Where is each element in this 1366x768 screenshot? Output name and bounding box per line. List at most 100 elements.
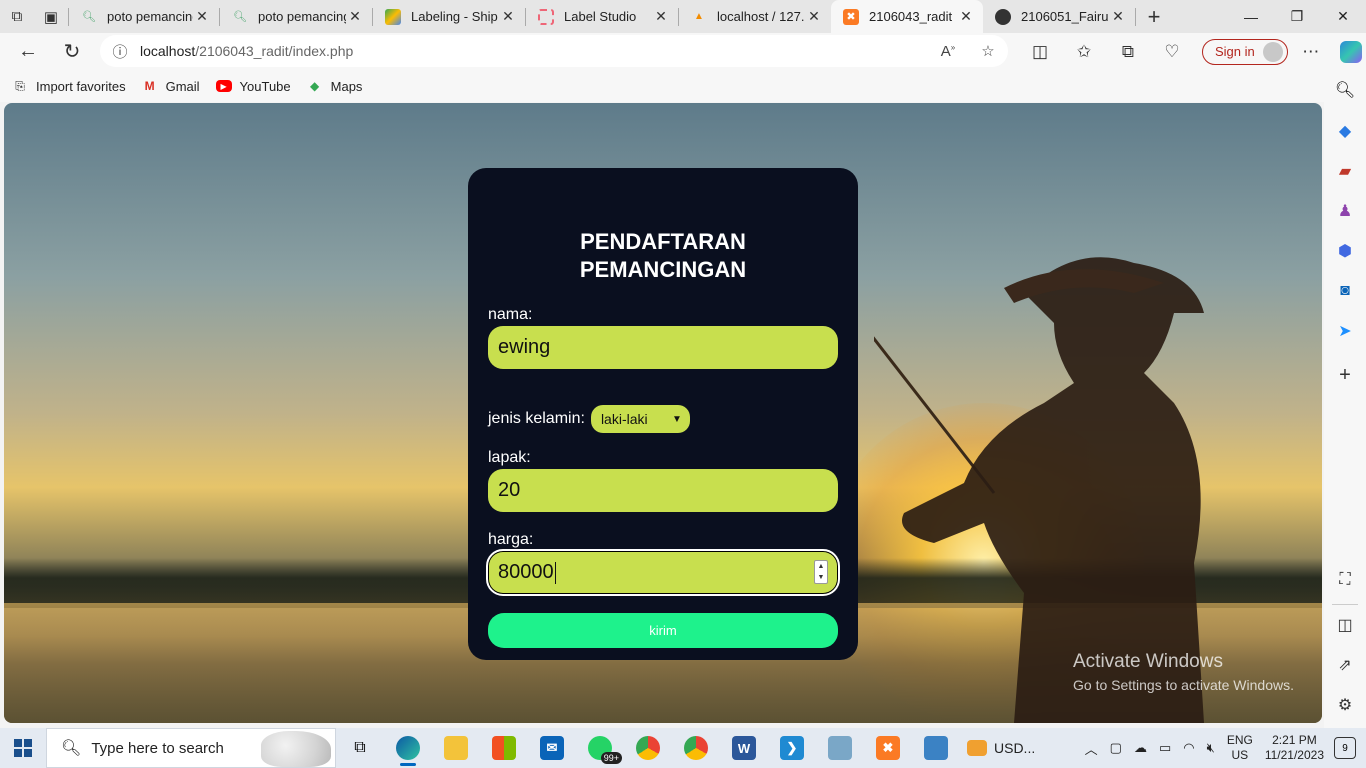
label-studio-icon bbox=[538, 8, 554, 25]
vscode-icon[interactable]: ❯ bbox=[768, 728, 816, 768]
show-hidden-icons-icon[interactable]: ︿ bbox=[1085, 739, 1098, 758]
url-text[interactable]: localhost/2106043_radit/index.php bbox=[140, 43, 928, 59]
word-icon[interactable]: W bbox=[720, 728, 768, 768]
lapak-input[interactable]: 20 bbox=[488, 469, 838, 512]
address-bar[interactable]: ⓘ localhost/2106043_radit/index.php A» ☆ bbox=[100, 35, 1008, 67]
task-view-icon[interactable]: ⧉ bbox=[336, 728, 384, 768]
spinner-up-icon[interactable]: ▲ bbox=[818, 563, 825, 570]
tab-poto-pemancing-1[interactable]: 🔍︎ poto pemancing ✕ bbox=[69, 0, 219, 33]
favorites-icon[interactable]: ✩ bbox=[1062, 42, 1106, 62]
network-adapter-icon[interactable]: ▢ bbox=[1110, 740, 1122, 756]
minimize-icon[interactable]: — bbox=[1228, 0, 1274, 33]
windows-start-icon[interactable] bbox=[0, 728, 46, 768]
watermark-subtitle: Go to Settings to activate Windows. bbox=[1073, 677, 1294, 693]
youtube-icon: ▶ bbox=[215, 80, 232, 92]
favorite-import[interactable]: ⎘ Import favorites bbox=[12, 78, 125, 94]
tools-icon[interactable]: ▰ bbox=[1324, 151, 1366, 191]
back-icon[interactable]: ← bbox=[6, 33, 50, 70]
text-caret bbox=[554, 561, 556, 584]
search-highlight-image bbox=[261, 731, 331, 767]
notepad-icon[interactable] bbox=[816, 728, 864, 768]
whatsapp-badge: 99+ bbox=[600, 752, 622, 764]
xampp-taskbar-icon[interactable]: ✖ bbox=[864, 728, 912, 768]
microsoft-store-icon[interactable] bbox=[480, 728, 528, 768]
add-sidebar-app-icon[interactable]: + bbox=[1324, 355, 1366, 395]
submit-button[interactable]: kirim bbox=[488, 613, 838, 648]
clock[interactable]: 2:21 PM 11/21/2023 bbox=[1265, 733, 1324, 763]
new-tab-icon[interactable]: + bbox=[1136, 4, 1172, 30]
favorite-gmail[interactable]: M Gmail bbox=[142, 78, 200, 94]
read-aloud-icon[interactable]: A» bbox=[928, 43, 968, 60]
currency-widget-label[interactable]: USD... bbox=[994, 740, 1035, 756]
external-link-icon[interactable]: ⇗ bbox=[1324, 645, 1366, 685]
info-icon[interactable]: ⓘ bbox=[100, 41, 140, 62]
refresh-icon[interactable]: ↻ bbox=[50, 33, 94, 70]
whatsapp-icon[interactable]: 99+ bbox=[576, 728, 624, 768]
gender-select[interactable]: laki-laki ▼ bbox=[590, 405, 690, 433]
close-window-icon[interactable]: ✕ bbox=[1320, 0, 1366, 33]
shopping-tag-icon[interactable]: ◆ bbox=[1324, 111, 1366, 151]
games-icon[interactable]: ♟ bbox=[1324, 191, 1366, 231]
screenshot-icon[interactable]: ⛶ bbox=[1324, 560, 1366, 600]
close-icon[interactable]: ✕ bbox=[346, 8, 364, 25]
notification-center-icon[interactable]: 9 bbox=[1334, 737, 1356, 759]
watermark-title: Activate Windows bbox=[1073, 651, 1223, 672]
settings-gear-icon[interactable]: ⚙ bbox=[1324, 685, 1366, 725]
split-screen-icon[interactable]: ◫ bbox=[1018, 42, 1062, 62]
close-icon[interactable]: ✕ bbox=[957, 8, 975, 25]
search-icon[interactable]: 🔍︎ bbox=[1324, 70, 1366, 110]
taskbar-search[interactable]: 🔍︎ Type here to search bbox=[46, 728, 336, 768]
tab-label-studio[interactable]: Label Studio ✕ bbox=[526, 0, 678, 33]
edge-taskbar-icon[interactable] bbox=[384, 728, 432, 768]
chrome-icon[interactable] bbox=[624, 728, 672, 768]
favorite-star-icon[interactable]: ☆ bbox=[968, 42, 1008, 60]
mail-icon[interactable]: ✉ bbox=[528, 728, 576, 768]
cloud-icon[interactable]: ☁ bbox=[1134, 740, 1147, 756]
favorite-label: YouTube bbox=[239, 78, 291, 94]
wifi-icon[interactable]: ◠ bbox=[1183, 740, 1194, 756]
close-icon[interactable]: ✕ bbox=[499, 8, 517, 25]
workspaces-icon[interactable]: ⧉ bbox=[0, 0, 34, 33]
close-icon[interactable]: ✕ bbox=[193, 8, 211, 25]
window-controls: — ❐ ✕ bbox=[1228, 0, 1366, 33]
close-icon[interactable]: ✕ bbox=[652, 8, 670, 25]
battery-icon[interactable]: ▭ bbox=[1159, 740, 1171, 756]
close-icon[interactable]: ✕ bbox=[1109, 8, 1127, 25]
form-title-line2: PEMANCINGAN bbox=[579, 257, 747, 282]
copilot-icon[interactable] bbox=[1339, 40, 1362, 63]
favorite-youtube[interactable]: ▶ YouTube bbox=[215, 78, 291, 94]
harga-input[interactable]: 80000 ▲ ▼ bbox=[486, 549, 840, 596]
search-icon: 🔍︎ bbox=[82, 11, 96, 23]
spinner-down-icon[interactable]: ▼ bbox=[818, 574, 825, 581]
nama-input[interactable]: ewing bbox=[488, 326, 838, 369]
page-viewport: Activate Windows Go to Settings to activ… bbox=[4, 103, 1322, 723]
photos-icon[interactable] bbox=[912, 728, 960, 768]
restore-icon[interactable]: ❐ bbox=[1274, 0, 1320, 33]
favorite-maps[interactable]: ◆ Maps bbox=[307, 78, 362, 94]
language-code: ENG bbox=[1226, 733, 1253, 747]
tab-poto-pemancing-2[interactable]: 🔍︎ poto pemancing ✕ bbox=[220, 0, 372, 33]
file-explorer-icon[interactable] bbox=[432, 728, 480, 768]
tab-phpmyadmin[interactable]: ▲ localhost / 127.0 ✕ bbox=[679, 0, 831, 33]
number-spinner[interactable]: ▲ ▼ bbox=[814, 560, 828, 584]
collections-icon[interactable]: ⧉ bbox=[1106, 42, 1150, 62]
currency-widget-icon[interactable] bbox=[960, 728, 994, 768]
tab-github-fairuz[interactable]: 2106051_Fairuz ✕ bbox=[983, 0, 1135, 33]
more-menu-icon[interactable]: ⋯ bbox=[1296, 42, 1326, 62]
volume-muted-icon[interactable]: 🔇︎ bbox=[1207, 740, 1215, 756]
outlook-icon[interactable]: ◙ bbox=[1324, 271, 1366, 311]
tab-actions-icon[interactable]: ▣ bbox=[34, 0, 68, 33]
tab-label: Label Studio bbox=[564, 9, 637, 24]
browser-essentials-icon[interactable]: ♡ bbox=[1150, 42, 1194, 62]
registration-form: PENDAFTARAN PEMANCINGAN nama: ewing jeni… bbox=[468, 168, 858, 660]
close-icon[interactable]: ✕ bbox=[805, 8, 823, 25]
drop-icon[interactable]: ➤ bbox=[1324, 311, 1366, 351]
tab-2106043-radit[interactable]: ✖ 2106043_radit ✕ bbox=[831, 0, 983, 33]
hide-sidebar-icon[interactable]: ◫ bbox=[1324, 605, 1366, 645]
gmail-icon: M bbox=[144, 79, 155, 93]
chrome-profile-icon[interactable] bbox=[672, 728, 720, 768]
office-icon[interactable]: ⬢ bbox=[1324, 231, 1366, 271]
tab-labeling-ship[interactable]: Labeling - Ship ✕ bbox=[373, 0, 525, 33]
language-indicator[interactable]: ENG US bbox=[1227, 733, 1253, 763]
sign-in-button[interactable]: Sign in bbox=[1202, 38, 1288, 65]
